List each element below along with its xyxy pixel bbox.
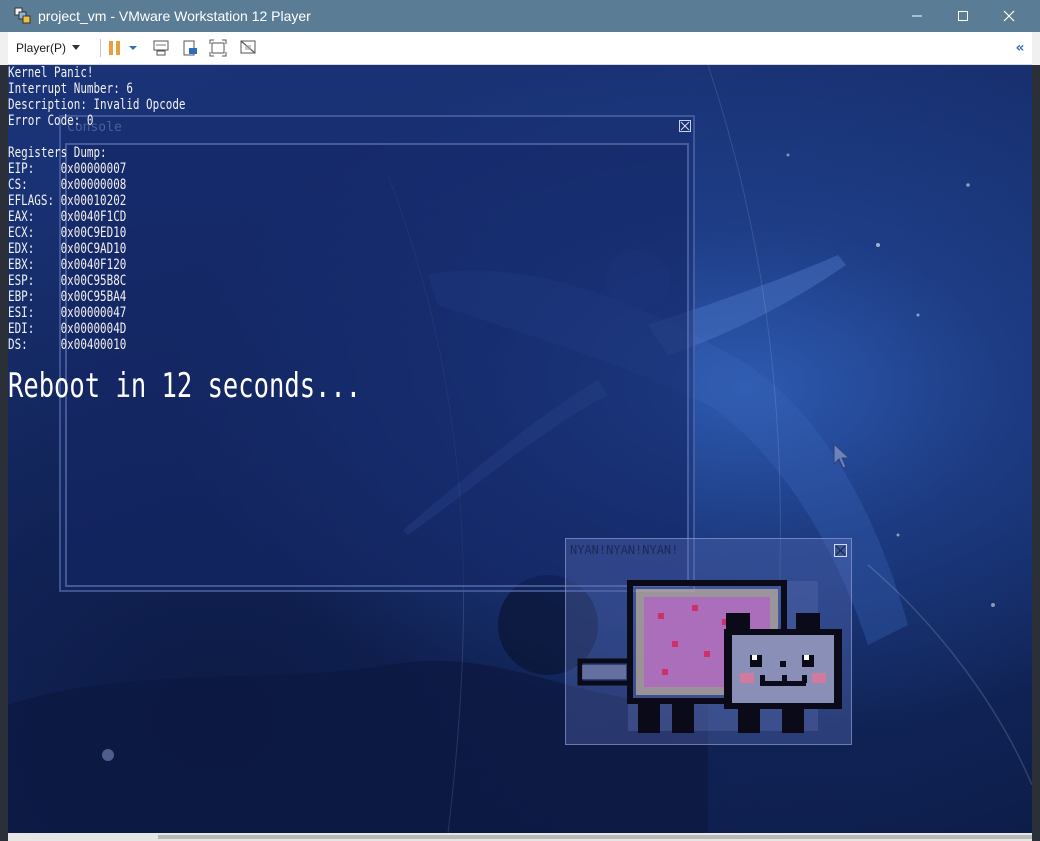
fullscreen-icon bbox=[209, 39, 227, 57]
right-window-edge bbox=[1032, 65, 1040, 841]
register-line: EBX: 0x0040F120 bbox=[8, 257, 127, 273]
register-line: ECX: 0x00C9ED10 bbox=[8, 225, 127, 241]
maximize-icon bbox=[958, 11, 968, 21]
close-button[interactable] bbox=[986, 0, 1032, 32]
player-menu-button[interactable]: Player(P) bbox=[12, 38, 84, 58]
maximize-button[interactable] bbox=[940, 0, 986, 32]
panic-line: Interrupt Number: 6 bbox=[8, 81, 133, 97]
send-ctrl-alt-del-button[interactable] bbox=[151, 38, 171, 58]
unity-icon bbox=[240, 40, 256, 54]
nyan-window[interactable]: NYAN!NYAN!NYAN! bbox=[565, 538, 852, 745]
panic-line: Kernel Panic! bbox=[8, 65, 94, 81]
register-line: CS: 0x00000008 bbox=[8, 177, 127, 193]
console-window[interactable]: Console bbox=[59, 115, 695, 592]
pause-icon bbox=[109, 41, 137, 55]
horizontal-scrollbar[interactable] bbox=[8, 833, 1032, 841]
fullscreen-button[interactable] bbox=[208, 38, 228, 58]
console-body bbox=[65, 143, 689, 587]
title-bar[interactable]: project_vm - VMware Workstation 12 Playe… bbox=[0, 0, 1040, 32]
send-ctrl-alt-del-icon bbox=[153, 40, 169, 56]
removable-devices-button[interactable] bbox=[180, 38, 200, 58]
register-line: EDX: 0x00C9AD10 bbox=[8, 241, 127, 257]
register-line: EDI: 0x0000004D bbox=[8, 321, 127, 337]
close-icon bbox=[680, 121, 690, 131]
panic-line: Description: Invalid Opcode bbox=[8, 97, 186, 113]
removable-devices-icon bbox=[183, 40, 197, 56]
register-line: EAX: 0x0040F1CD bbox=[8, 209, 127, 225]
window-title: project_vm - VMware Workstation 12 Playe… bbox=[38, 8, 311, 24]
collapse-icon[interactable]: « bbox=[1012, 39, 1028, 57]
close-icon bbox=[1003, 10, 1015, 22]
unity-button[interactable] bbox=[238, 38, 258, 58]
minimize-button[interactable] bbox=[894, 0, 940, 32]
pause-button[interactable] bbox=[106, 38, 140, 58]
register-line: DS: 0x00400010 bbox=[8, 337, 127, 353]
guest-screen[interactable]: Console NYAN!NYAN!NYAN! Kernel Panic! In… bbox=[8, 65, 1032, 833]
panic-line: Error Code: 0 bbox=[8, 113, 94, 129]
left-window-edge bbox=[0, 65, 8, 841]
register-line: EIP: 0x00000007 bbox=[8, 161, 127, 177]
nyan-cat-image bbox=[577, 580, 842, 733]
register-line: EBP: 0x00C95BA4 bbox=[8, 289, 127, 305]
register-line: ESI: 0x00000047 bbox=[8, 305, 127, 321]
toolbar-separator bbox=[100, 39, 101, 57]
register-line: EFLAGS: 0x00010202 bbox=[8, 193, 127, 209]
nyan-window-title: NYAN!NYAN!NYAN! bbox=[570, 543, 679, 557]
register-line: ESP: 0x00C95B8C bbox=[8, 273, 127, 289]
nyan-close-button[interactable] bbox=[834, 544, 847, 557]
mouse-cursor-icon bbox=[833, 443, 851, 469]
vmware-player-window: project_vm - VMware Workstation 12 Playe… bbox=[0, 0, 1040, 841]
close-icon bbox=[835, 545, 846, 556]
chevron-down-icon bbox=[72, 45, 81, 50]
scrollbar-thumb[interactable] bbox=[158, 835, 1032, 839]
reboot-countdown: Reboot in 12 seconds... bbox=[8, 366, 362, 406]
panic-line: Registers Dump: bbox=[8, 145, 107, 161]
toolbar: Player(P) « bbox=[8, 32, 1032, 65]
player-menu-label: Player(P) bbox=[16, 41, 67, 55]
minimize-icon bbox=[912, 15, 922, 17]
vmware-app-icon bbox=[14, 7, 31, 24]
console-close-button[interactable] bbox=[679, 120, 691, 132]
